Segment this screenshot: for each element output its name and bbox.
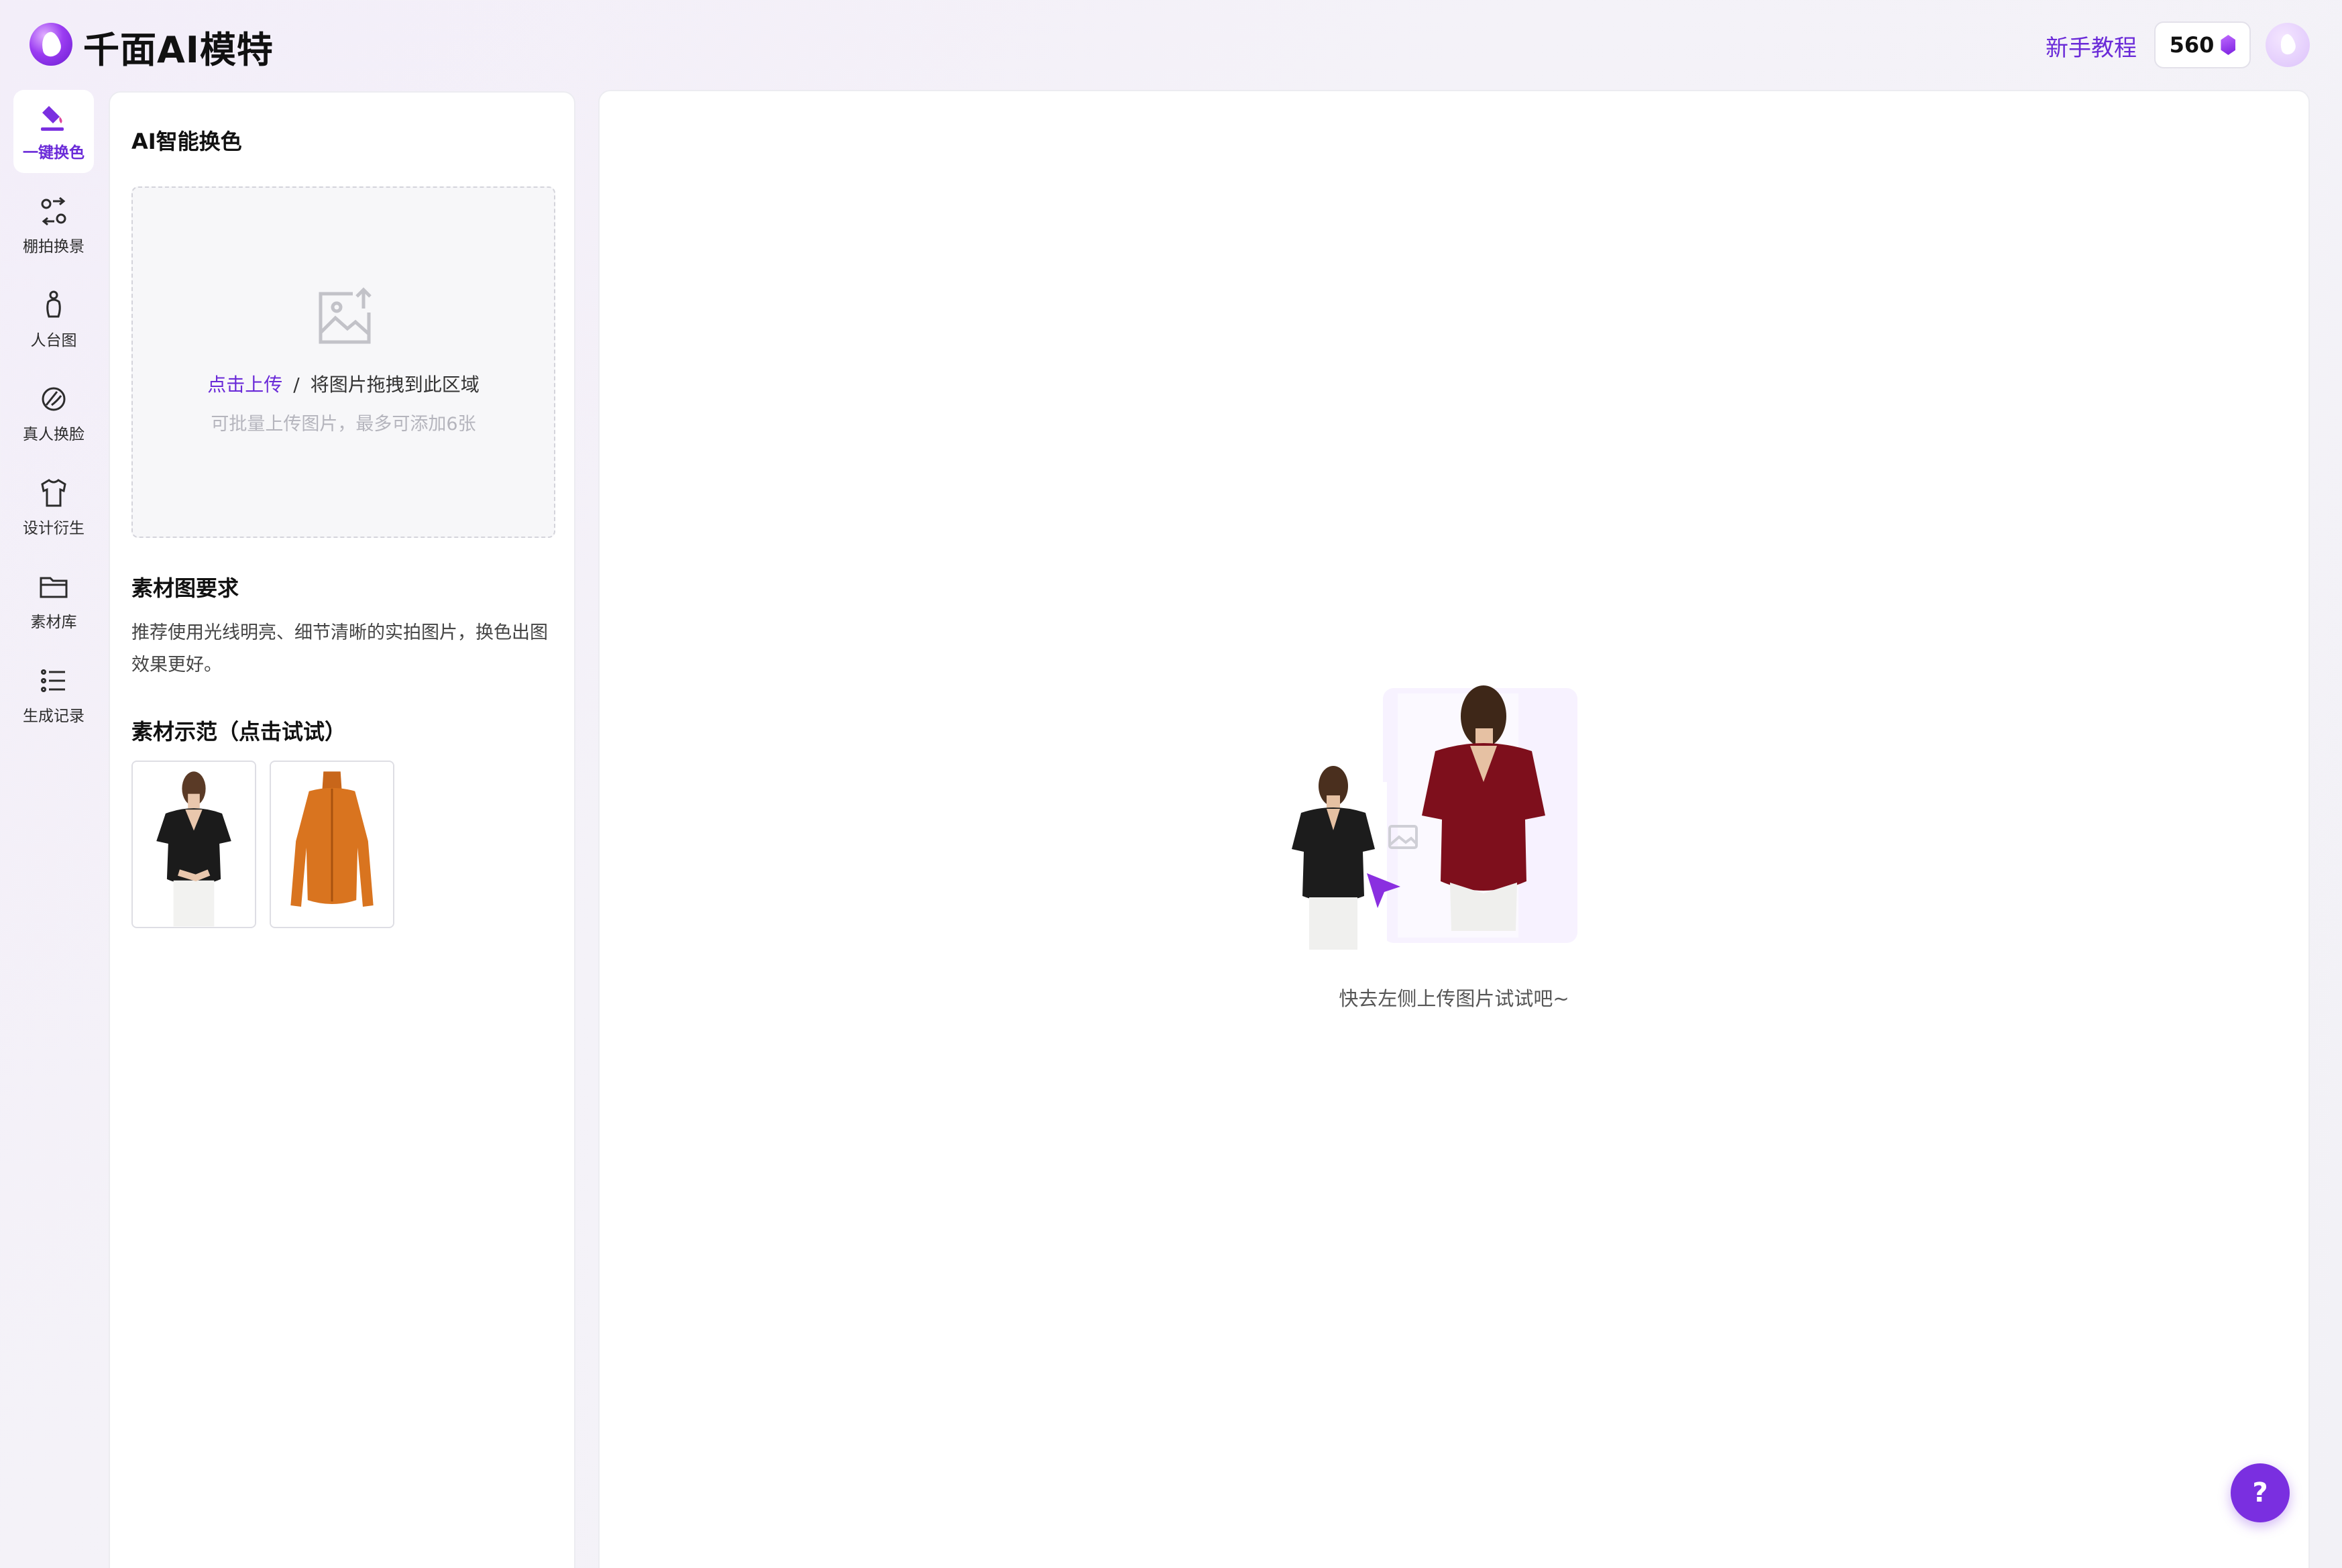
mannequin-icon — [46, 290, 61, 318]
credit-count: 560 — [2169, 32, 2215, 58]
nav-label: 人台图 — [30, 332, 77, 349]
folder-icon — [40, 577, 68, 598]
result-canvas: 快去左侧上传图片试试吧~ — [598, 90, 2310, 1568]
credit-balance[interactable]: 560 — [2154, 21, 2251, 68]
empty-state-illustration — [1289, 685, 1577, 950]
requirements-text: 推荐使用光线明亮、细节清晰的实拍图片，换色出图效果更好。 — [131, 622, 548, 675]
nav-label: 设计衍生 — [23, 520, 85, 537]
upload-instruction: 点击上传 / 将图片拖拽到此区域 — [133, 370, 554, 397]
image-upload-icon — [319, 287, 372, 344]
nav-item-one-click-recolor[interactable]: 一键换色 — [13, 90, 94, 173]
demo-title: 素材示范（点击试试） — [131, 719, 347, 744]
nav-item-studio-scene[interactable]: 棚拍换景 — [13, 184, 94, 267]
nav-label: 生成记录 — [23, 708, 85, 725]
nav-label: 真人换脸 — [23, 426, 85, 443]
upload-separator: / — [293, 374, 300, 396]
requirements-title: 素材图要求 — [131, 575, 239, 601]
paint-bucket-icon — [41, 106, 64, 131]
nav-item-design-derive[interactable]: 设计衍生 — [13, 465, 94, 549]
user-avatar[interactable] — [2266, 23, 2310, 67]
click-upload-link[interactable]: 点击上传 — [207, 374, 282, 396]
nav-item-mannequin[interactable]: 人台图 — [13, 278, 94, 361]
tutorial-link[interactable]: 新手教程 — [2046, 30, 2137, 62]
image-upload-dropzone[interactable]: 点击上传 / 将图片拖拽到此区域 可批量上传图片，最多可添加6张 — [131, 186, 555, 538]
nav-label: 素材库 — [30, 614, 77, 631]
help-button[interactable]: ? — [2231, 1463, 2290, 1522]
demo-thumb-black-blouse[interactable] — [131, 761, 256, 928]
nav-label: 一键换色 — [23, 144, 85, 162]
upload-limit-hint: 可批量上传图片，最多可添加6张 — [211, 414, 476, 435]
empty-state-hint: 快去左侧上传图片试试吧~ — [1339, 987, 1569, 1010]
app-logo-icon[interactable] — [30, 23, 72, 66]
nav-item-face-swap[interactable]: 真人换脸 — [13, 372, 94, 455]
panel-title: AI智能换色 — [131, 129, 242, 154]
recolor-settings-panel: AI智能换色 点击上传 / 将图片拖拽到此区域 可批量上传图片，最多可添加6张 素材… — [109, 91, 575, 1568]
list-icon — [41, 669, 65, 692]
app-name: 千面AI模特 — [83, 29, 274, 71]
nav-label: 棚拍换景 — [23, 238, 85, 256]
face-swap-icon — [42, 387, 66, 411]
left-nav-rail: 一键换色 棚拍换景 人台图 真人换脸 设计衍生 素材库 生成记录 — [13, 90, 94, 747]
demo-thumb-orange-jacket[interactable] — [270, 761, 394, 928]
top-header: 千面AI模特 新手教程 560 — [0, 0, 2342, 90]
scene-swap-icon — [41, 197, 66, 226]
shirt-icon — [41, 479, 66, 507]
nav-item-asset-library[interactable]: 素材库 — [13, 559, 94, 642]
nav-item-history[interactable]: 生成记录 — [13, 653, 94, 736]
gem-icon — [2221, 35, 2236, 55]
drag-hint: 将图片拖拽到此区域 — [310, 374, 480, 396]
